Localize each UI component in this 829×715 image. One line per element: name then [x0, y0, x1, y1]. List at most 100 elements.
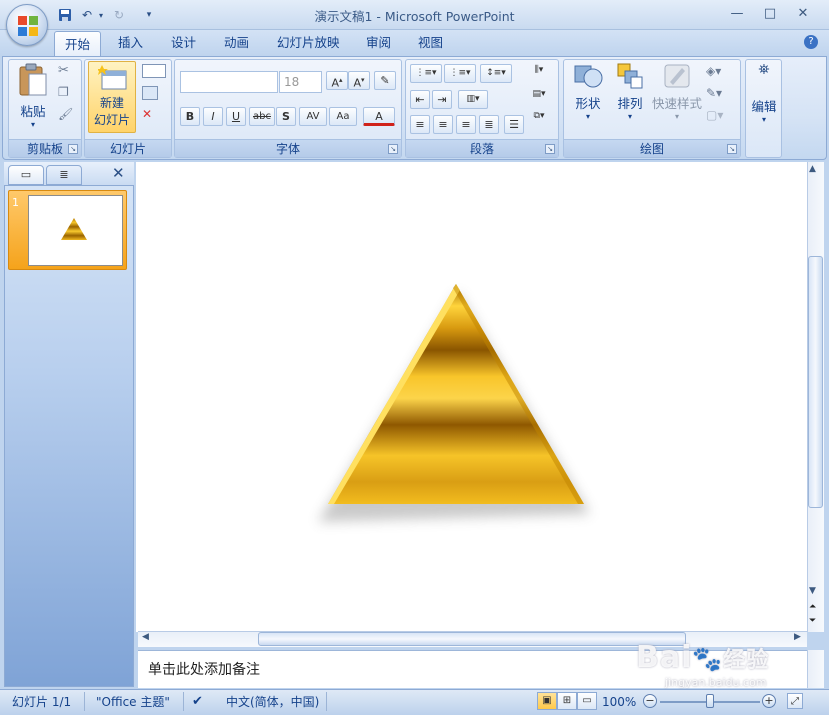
slides-tab[interactable]: ▭ — [8, 165, 44, 185]
delete-slide-icon[interactable]: ✕ — [142, 108, 158, 122]
new-slide-label-2: 幻灯片 — [93, 113, 130, 127]
arrange-button[interactable]: 排列 ▾ — [610, 62, 650, 132]
tab-review[interactable]: 审阅 — [356, 30, 401, 56]
paw-icon: 🐾 — [692, 645, 724, 673]
quick-styles-button[interactable]: 快速样式 ▾ — [652, 62, 702, 132]
divider — [183, 692, 184, 711]
scroll-up-icon[interactable]: ▲ — [809, 164, 816, 174]
smartart-icon[interactable]: ⧉▾ — [527, 108, 551, 127]
help-icon[interactable]: ? — [804, 35, 818, 49]
notes-scrollbar[interactable] — [807, 650, 824, 688]
minimize-button[interactable]: — — [724, 4, 750, 24]
language-indicator[interactable]: 中文(简体，中国) — [226, 693, 319, 711]
binoculars-icon: ⛯ — [758, 62, 770, 78]
bullets-icon[interactable]: ⋮≡▾ — [410, 64, 442, 83]
next-slide-icon[interactable]: ⏷ — [809, 616, 816, 626]
italic-button[interactable]: I — [203, 107, 223, 126]
outline-tab[interactable]: ≣ — [46, 165, 82, 185]
grow-font-button[interactable]: A▴ — [326, 71, 348, 90]
tab-insert[interactable]: 插入 — [108, 30, 153, 56]
office-button[interactable] — [6, 4, 48, 46]
arrange-icon — [617, 63, 643, 89]
scroll-down-icon[interactable]: ▼ — [809, 586, 816, 596]
columns-icon[interactable]: ▥▾ — [458, 90, 488, 109]
zoom-in-icon[interactable]: + — [762, 694, 776, 708]
zoom-level[interactable]: 100% — [602, 693, 636, 711]
notes-placeholder[interactable]: 单击此处添加备注 — [148, 659, 260, 679]
align-center-icon[interactable]: ≡ — [433, 115, 453, 134]
new-slide-label-1: 新建 — [99, 96, 124, 110]
group-label: 段落 — [406, 139, 558, 157]
paste-button[interactable]: 粘贴 ▾ — [14, 62, 52, 132]
group-label: 字体 — [175, 139, 401, 157]
spelling-check-icon[interactable]: ✔ — [192, 693, 203, 711]
group-label: 幻灯片 — [85, 139, 171, 157]
scroll-right-icon[interactable]: ▶ — [794, 632, 801, 642]
shape-outline-icon[interactable]: ✎▾ — [706, 86, 722, 100]
shape-effects-icon[interactable]: ▢▾ — [706, 108, 723, 122]
reset-icon[interactable] — [142, 86, 158, 100]
dialog-launcher-icon[interactable]: ↘ — [727, 144, 737, 154]
text-direction-icon[interactable]: ⫼▾ — [527, 62, 551, 81]
watermark-url: jingyan.baidu.com — [665, 676, 767, 689]
strikethrough-button[interactable]: abc — [249, 107, 275, 126]
dialog-launcher-icon[interactable]: ↘ — [68, 144, 78, 154]
increase-indent-icon[interactable]: ⇥ — [432, 90, 452, 109]
editing-button[interactable]: ⛯ 编辑 ▾ — [748, 62, 780, 132]
fit-to-window-icon[interactable]: ⤢ — [787, 693, 803, 709]
char-spacing-button[interactable]: AV — [299, 107, 327, 126]
gold-triangle-shape[interactable] — [138, 164, 806, 630]
slideshow-view-icon[interactable]: ▭ — [577, 692, 597, 710]
slide-canvas[interactable] — [138, 164, 806, 630]
dialog-launcher-icon[interactable]: ↘ — [545, 144, 555, 154]
watermark-logo: Bai🐾经验 — [636, 640, 769, 675]
dialog-launcher-icon[interactable]: ↘ — [388, 144, 398, 154]
previous-slide-icon[interactable]: ⏶ — [809, 602, 816, 612]
new-slide-button[interactable]: 新建 幻灯片 — [88, 61, 136, 133]
vertical-scroll-thumb[interactable] — [808, 256, 823, 508]
zoom-slider-knob[interactable] — [706, 694, 714, 708]
quick-styles-icon — [664, 64, 690, 88]
underline-button[interactable]: U — [226, 107, 246, 126]
distributed-icon[interactable]: ☰ — [504, 115, 524, 134]
tab-view[interactable]: 视图 — [408, 30, 453, 56]
divider — [84, 692, 85, 711]
tab-animation[interactable]: 动画 — [214, 30, 259, 56]
bold-button[interactable]: B — [180, 107, 200, 126]
shrink-font-button[interactable]: A▾ — [348, 71, 370, 90]
clear-format-button[interactable]: ✎ — [374, 71, 396, 90]
align-text-icon[interactable]: ▤▾ — [527, 86, 551, 105]
line-spacing-icon[interactable]: ↕≡▾ — [480, 64, 512, 83]
tab-design[interactable]: 设计 — [161, 30, 206, 56]
close-button[interactable]: ✕ — [790, 4, 816, 24]
align-left-icon[interactable]: ≡ — [410, 115, 430, 134]
shape-fill-icon[interactable]: ◈▾ — [706, 64, 721, 78]
slide-thumbnail[interactable] — [28, 195, 123, 266]
align-right-icon[interactable]: ≡ — [456, 115, 476, 134]
divider — [326, 692, 327, 711]
layout-icon[interactable] — [142, 64, 166, 78]
numbering-icon[interactable]: ⋮≡▾ — [444, 64, 476, 83]
font-name-dropdown[interactable] — [180, 71, 278, 93]
tab-home[interactable]: 开始 — [54, 31, 102, 57]
shadow-button[interactable]: S — [276, 107, 296, 126]
justify-icon[interactable]: ≣ — [479, 115, 499, 134]
horizontal-scroll-thumb[interactable] — [258, 632, 686, 646]
normal-view-icon[interactable]: ▣ — [537, 692, 557, 710]
zoom-out-icon[interactable]: − — [643, 694, 657, 708]
tab-slideshow[interactable]: 幻灯片放映 — [267, 30, 350, 56]
cut-icon[interactable]: ✂ — [58, 63, 69, 78]
font-color-button[interactable]: A — [363, 107, 395, 126]
maximize-button[interactable]: □ — [757, 4, 783, 24]
font-size-dropdown[interactable]: 18 — [279, 71, 322, 93]
format-painter-icon[interactable]: 🖌 — [58, 107, 73, 121]
window-title: 演示文稿1 - Microsoft PowerPoint — [314, 9, 515, 24]
decrease-indent-icon[interactable]: ⇤ — [410, 90, 430, 109]
change-case-button[interactable]: Aa — [329, 107, 357, 126]
copy-icon[interactable]: ❐ — [58, 85, 69, 99]
shapes-label: 形状 — [575, 96, 601, 111]
close-pane-icon[interactable]: ✕ — [112, 164, 125, 182]
scroll-left-icon[interactable]: ◀ — [142, 632, 149, 642]
shapes-button[interactable]: 形状 ▾ — [568, 62, 608, 132]
slide-sorter-icon[interactable]: ⊞ — [557, 692, 577, 710]
